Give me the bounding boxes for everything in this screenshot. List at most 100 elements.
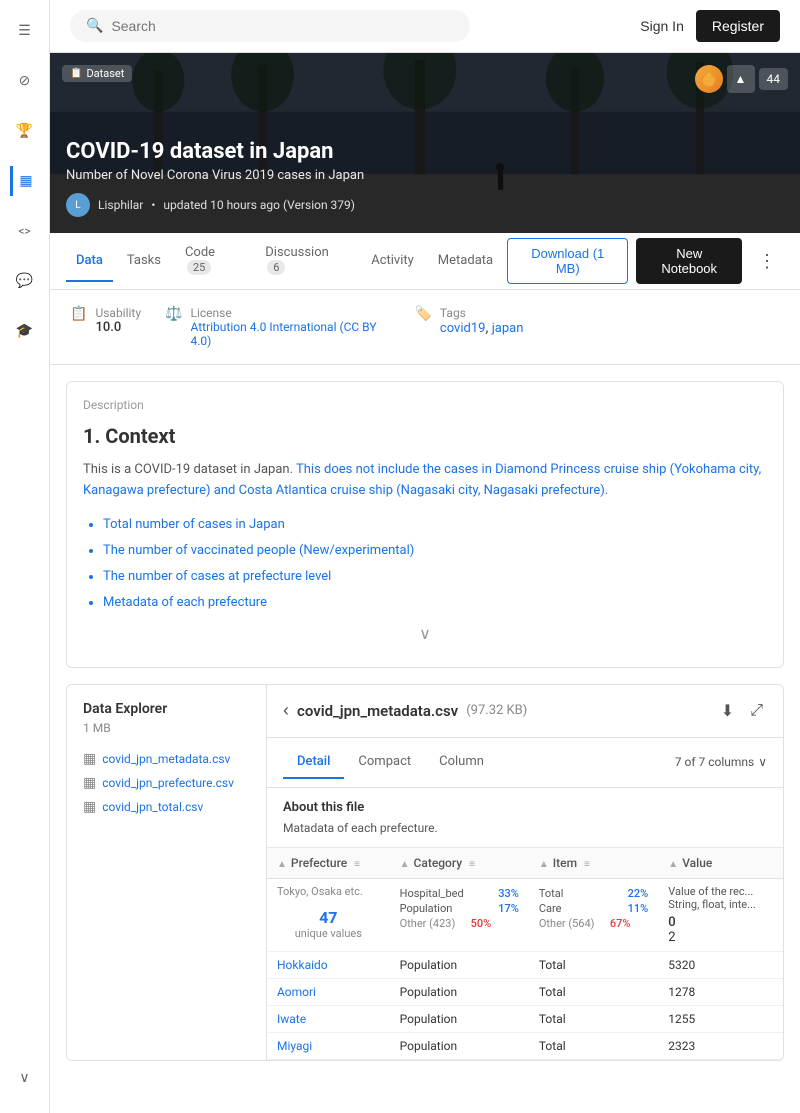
sidebar-item-datasets[interactable]: ▦ [10,166,40,196]
col-header-category: ▲Category ≡ [390,848,529,879]
tab-metadata[interactable]: Metadata [428,241,503,282]
stat-hospital-pct: 33% [489,887,519,900]
stat-total-pct: 22% [618,887,648,900]
tags-label: Tags [440,306,524,320]
description-label: Description [83,398,767,412]
dataset-tabs: Data Tasks Code 25 Discussion 6 Activity… [50,233,800,290]
cell-category-miyagi: Population [390,1032,529,1059]
file-item-total[interactable]: ▦ covid_jpn_total.csv [83,795,250,819]
columns-badge[interactable]: 7 of 7 columns ∨ [675,755,767,769]
sidebar-item-competitions[interactable]: 🏆 [10,116,40,146]
tab-data[interactable]: Data [66,241,113,282]
author-name: Lisphilar [98,198,143,212]
download-file-button[interactable]: ⬇ [717,697,738,725]
view-tab-column[interactable]: Column [425,746,498,779]
viewed-filename: covid_jpn_metadata.csv [297,702,458,720]
tab-code-badge: 25 [187,260,211,275]
tab-tasks[interactable]: Tasks [117,241,171,282]
sidebar-menu[interactable]: ☰ [10,16,40,46]
table-body: Tokyo, Osaka etc. 47 unique values Hospi… [267,878,783,1059]
data-table: ▲Prefecture ≡ ▲Category ≡ ▲Item ≡ [267,848,783,1060]
medal-icon [695,65,723,93]
sidebar-item-home[interactable]: ⊘ [10,66,40,96]
stat-hospital-label: Hospital_bed [400,887,483,900]
tag-japan[interactable]: japan [492,321,524,336]
expand-description-button[interactable]: ∨ [83,616,767,651]
download-button[interactable]: Download (1 MB) [507,238,628,284]
stat-care-pct: 11% [618,902,648,915]
tab-discussion-badge: 6 [267,260,285,275]
tab-activity[interactable]: Activity [361,241,424,282]
col-header-value: ▲Value [658,848,783,879]
filter-icon-category[interactable]: ≡ [469,859,475,870]
view-tabs: Detail Compact Column 7 of 7 columns ∨ [267,738,783,788]
file-icon-prefecture: ▦ [83,775,96,791]
expand-file-button[interactable]: ⤢ [746,697,767,725]
col-header-prefecture: ▲Prefecture ≡ [267,848,390,879]
stat-total-label: Total [539,887,612,900]
value-desc: Value of the rec... [668,885,773,898]
cell-category-hokkaido: Population [390,951,529,978]
license-label: License [190,306,390,320]
file-list: Data Explorer 1 MB ▦ covid_jpn_metadata.… [67,685,267,1060]
list-item-4: Metadata of each prefecture [103,590,767,616]
sort-icon-item: ▲ [539,859,549,870]
search-input[interactable] [111,18,454,34]
list-item-1: Total number of cases in Japan [103,512,767,538]
tab-discussion[interactable]: Discussion 6 [255,233,357,289]
view-tab-compact[interactable]: Compact [344,746,425,779]
view-tab-detail[interactable]: Detail [283,746,344,779]
hero-votes: ▲ 44 [695,65,789,93]
stat-population-label: Population [400,902,483,915]
table-row: Hokkaido Population Total 5320 [267,951,783,978]
description-heading: 1. Context [83,424,767,448]
vote-up-button[interactable]: ▲ [727,65,755,93]
prefecture-link[interactable]: Iwate [277,1012,306,1026]
sidebar: ☰ ⊘ 🏆 ▦ <> 💬 🎓 ∨ [0,0,50,1113]
sidebar-item-more[interactable]: ∨ [10,1063,40,1093]
category-stats: Hospital_bed 33% Population 17% Other (4… [400,887,519,930]
prefecture-example: Tokyo, Osaka etc. [277,885,380,898]
file-viewer: ‹ covid_jpn_metadata.csv (97.32 KB) ⬇ ⤢ … [267,685,783,1060]
prefecture-link[interactable]: Miyagi [277,1039,312,1053]
filter-icon-item[interactable]: ≡ [584,859,590,870]
license-value[interactable]: Attribution 4.0 International (CC BY 4.0… [190,320,390,348]
author-update-time: updated 10 hours ago (Version 379) [163,198,355,212]
file-item-metadata[interactable]: ▦ covid_jpn_metadata.csv [83,747,250,771]
sidebar-item-discussion[interactable]: 💬 [10,266,40,296]
cell-item-iwate: Total [529,1005,658,1032]
table-row: Miyagi Population Total 2323 [267,1032,783,1059]
viewed-filesize: (97.32 KB) [466,703,527,718]
file-name-prefecture: covid_jpn_prefecture.csv [102,776,234,790]
search-bar[interactable]: 🔍 [70,10,470,42]
file-icon-total: ▦ [83,799,96,815]
hero-content: COVID-19 dataset in Japan Number of Nove… [50,123,800,233]
tab-code[interactable]: Code 25 [175,233,251,289]
prefecture-unique: 47 unique values [277,908,380,940]
usability-meta: 📋 Usability 10.0 [70,306,141,335]
file-item-prefecture[interactable]: ▦ covid_jpn_prefecture.csv [83,771,250,795]
sidebar-item-courses[interactable]: 🎓 [10,316,40,346]
dataset-hero: 📋 Dataset ▲ 44 COVID-19 dataset in Japan… [50,53,800,233]
columns-chevron-icon: ∨ [758,755,767,769]
col-header-item: ▲Item ≡ [529,848,658,879]
new-notebook-button[interactable]: New Notebook [636,238,742,284]
author-updated: • [151,198,155,212]
back-button[interactable]: ‹ [283,700,289,721]
about-file-section: About this file Matadata of each prefect… [267,788,783,848]
more-options-button[interactable]: ⋮ [750,238,784,284]
prefecture-link[interactable]: Aomori [277,985,316,999]
filter-icon-prefecture[interactable]: ≡ [354,859,360,870]
usability-value: 10.0 [95,320,141,335]
cell-category-iwate: Population [390,1005,529,1032]
item-stats: Total 22% Care 11% Other (564) [539,887,648,930]
tag-covid19[interactable]: covid19 [440,321,486,336]
prefecture-link[interactable]: Hokkaido [277,958,328,972]
usability-label: Usability [95,306,141,320]
cell-value-iwate: 1255 [658,1005,783,1032]
cell-item-hokkaido: Total [529,951,658,978]
sidebar-item-code[interactable]: <> [10,216,40,246]
stat-other-category-pct: 50% [461,917,491,930]
register-button[interactable]: Register [696,10,780,42]
signin-button[interactable]: Sign In [640,18,684,34]
